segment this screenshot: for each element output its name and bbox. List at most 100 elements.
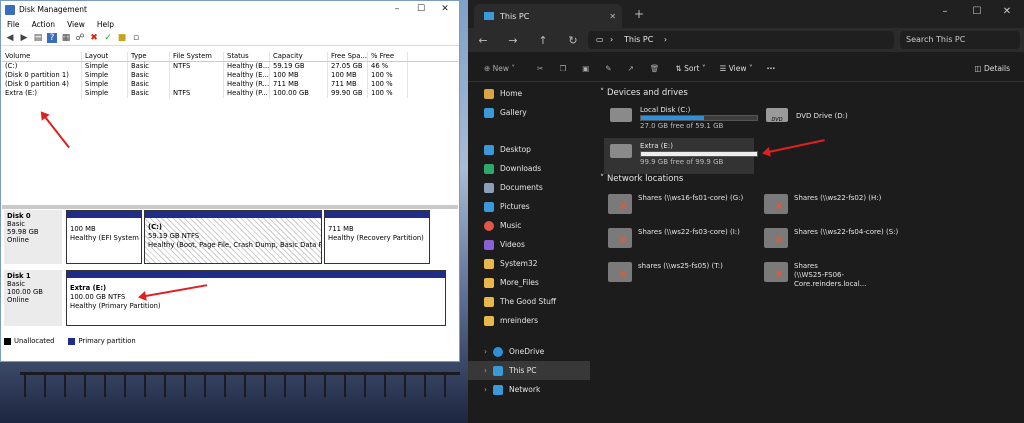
- menu-action[interactable]: Action: [32, 20, 56, 29]
- sidebar-item-system32[interactable]: System32: [468, 254, 590, 273]
- maximize-icon[interactable]: ☐: [962, 6, 992, 17]
- connect-icon[interactable]: ☍: [75, 33, 85, 43]
- col-free-space[interactable]: Free Spa...: [328, 52, 368, 61]
- drive-c[interactable]: Local Disk (C:) 27.0 GB free of 59.1 GB: [604, 102, 758, 138]
- sidebar-item-the-good-stuff[interactable]: The Good Stuff: [468, 292, 590, 311]
- details-button[interactable]: ◫ Details: [975, 64, 1011, 73]
- menu-view[interactable]: View: [67, 20, 85, 29]
- pane-splitter[interactable]: [2, 205, 458, 209]
- network-location[interactable]: ✕ Shares (\\ws22-fs04-core) (S:): [764, 228, 914, 258]
- menu-help[interactable]: Help: [97, 20, 114, 29]
- table-row[interactable]: Extra (E:) Simple Basic NTFS Healthy (P.…: [2, 89, 458, 98]
- back-icon[interactable]: ←: [468, 34, 498, 47]
- network-location[interactable]: ✕ Shares (\\ws22-fs02) (H:): [764, 194, 914, 224]
- devices-group-header[interactable]: ˅ Devices and drives: [600, 88, 688, 98]
- sidebar-item-network[interactable]: › Network: [468, 380, 590, 399]
- partition-c[interactable]: (C:) 59.19 GB NTFS Healthy (Boot, Page F…: [144, 210, 322, 264]
- delete-icon[interactable]: 🗑: [650, 64, 660, 73]
- disk0-label[interactable]: Disk 0 Basic 59.98 GB Online: [4, 210, 62, 264]
- command-bar: ⊕ New ˅ ✂ ❐ ▣ ✎ ↗ 🗑 ⇅ Sort ˅ ☰ View ˅ ··…: [468, 56, 1024, 82]
- menu-file[interactable]: File: [7, 20, 20, 29]
- sidebar-item-mreinders[interactable]: mreinders: [468, 311, 590, 330]
- drive-d[interactable]: DVD DVD Drive (D:): [760, 102, 910, 138]
- paste-icon[interactable]: ▣: [582, 64, 589, 73]
- network-location[interactable]: ✕ Shares (\\ws16-fs01-core) (G:): [608, 194, 758, 224]
- partition-extra[interactable]: Extra (E:) 100.00 GB NTFS Healthy (Prima…: [66, 270, 446, 326]
- chevron-right-icon[interactable]: ›: [664, 35, 667, 44]
- col-type[interactable]: Type: [128, 52, 170, 61]
- address-box[interactable]: ▭ › This PC ›: [588, 31, 894, 49]
- pier-post: [44, 375, 46, 397]
- col-percent-free[interactable]: % Free: [368, 52, 408, 61]
- chevron-right-icon[interactable]: ›: [484, 366, 487, 375]
- back-icon[interactable]: ◀: [5, 33, 15, 43]
- table-row[interactable]: (Disk 0 partition 1) Simple Basic Health…: [2, 71, 458, 80]
- disk-size: 100.00 GB: [7, 288, 43, 296]
- delete-icon[interactable]: ✖: [89, 33, 99, 43]
- search-input[interactable]: Search This PC: [900, 31, 1020, 49]
- rename-icon[interactable]: ✎: [605, 64, 611, 73]
- chevron-right-icon[interactable]: ›: [484, 347, 487, 356]
- share-icon[interactable]: ↗: [628, 64, 634, 73]
- maximize-icon[interactable]: ☐: [409, 1, 433, 18]
- forward-icon[interactable]: ▶: [19, 33, 29, 43]
- sidebar-item-downloads[interactable]: Downloads: [468, 159, 590, 178]
- sort-button[interactable]: ⇅ Sort ˅: [675, 64, 705, 73]
- col-status[interactable]: Status: [224, 52, 270, 61]
- minimize-icon[interactable]: –: [930, 6, 960, 17]
- properties-icon[interactable]: ▦: [61, 33, 71, 43]
- minimize-icon[interactable]: –: [385, 1, 409, 18]
- cut-icon[interactable]: ✂: [537, 64, 543, 73]
- network-group-header[interactable]: ˅ Network locations: [600, 174, 683, 184]
- col-capacity[interactable]: Capacity: [270, 52, 328, 61]
- view-button[interactable]: ☰ View ˅: [720, 64, 753, 73]
- close-icon[interactable]: ✕: [433, 1, 457, 18]
- sidebar-item-more-files[interactable]: More_Files: [468, 273, 590, 292]
- sidebar-item-onedrive[interactable]: › OneDrive: [468, 342, 590, 361]
- drive-e[interactable]: Extra (E:) 99.9 GB free of 99.9 GB: [604, 138, 758, 174]
- pier-post: [64, 375, 66, 397]
- close-icon[interactable]: ✕: [992, 6, 1022, 17]
- chevron-right-icon[interactable]: ›: [484, 385, 487, 394]
- pictures-icon: [484, 201, 494, 212]
- forward-icon[interactable]: →: [498, 34, 528, 47]
- sidebar-item-documents[interactable]: Documents: [468, 178, 590, 197]
- cell: (Disk 0 partition 4): [2, 80, 82, 89]
- sidebar-item-desktop[interactable]: Desktop: [468, 140, 590, 159]
- copy-icon[interactable]: ❐: [559, 64, 566, 73]
- col-layout[interactable]: Layout: [82, 52, 128, 61]
- network-location[interactable]: ✕ shares (\\ws25-fs05) (T:): [608, 262, 758, 292]
- col-filesystem[interactable]: File System: [170, 52, 224, 61]
- cell: Healthy (P...: [224, 89, 270, 98]
- table-row[interactable]: (Disk 0 partition 4) Simple Basic Health…: [2, 80, 458, 89]
- close-tab-icon[interactable]: ✕: [609, 12, 616, 21]
- settings-icon[interactable]: ▫: [131, 33, 141, 43]
- disk1-label[interactable]: Disk 1 Basic 100.00 GB Online: [4, 270, 62, 326]
- table-header: Volume Layout Type File System Status Ca…: [2, 52, 458, 62]
- new-tab-icon[interactable]: +: [634, 7, 644, 21]
- partition-recovery[interactable]: 711 MB Healthy (Recovery Partition): [324, 210, 430, 264]
- more-icon[interactable]: ···: [767, 64, 776, 73]
- sidebar-label: This PC: [509, 366, 537, 375]
- sidebar-item-music[interactable]: Music: [468, 216, 590, 235]
- sidebar-item-gallery[interactable]: Gallery: [468, 103, 590, 122]
- check-icon[interactable]: ✓: [103, 33, 113, 43]
- partition-efi[interactable]: 100 MB Healthy (EFI System: [66, 210, 142, 264]
- help-icon[interactable]: ?: [47, 32, 57, 43]
- network-label: (\\WS25-FS06-Core.reinders.local...: [794, 271, 867, 288]
- network-location[interactable]: ✕ Shares (\\WS25-FS06-Core.reinders.local.…: [764, 262, 914, 292]
- legend-primary: Primary partition: [68, 337, 136, 345]
- refresh-icon[interactable]: ↻: [558, 34, 588, 47]
- sidebar-item-home[interactable]: Home: [468, 84, 590, 103]
- folder-icon[interactable]: ■: [117, 33, 127, 43]
- new-button[interactable]: ⊕ New ˅: [484, 64, 515, 73]
- col-volume[interactable]: Volume: [2, 52, 82, 61]
- list-icon[interactable]: ▤: [33, 33, 43, 43]
- tab-this-pc[interactable]: This PC ✕: [474, 4, 622, 28]
- sidebar-item-this-pc[interactable]: › This PC: [468, 361, 590, 380]
- network-location[interactable]: ✕ Shares (\\ws22-fs03-core) (I:): [608, 228, 758, 258]
- table-row[interactable]: (C:) Simple Basic NTFS Healthy (B... 59.…: [2, 62, 458, 71]
- up-icon[interactable]: ↑: [528, 34, 558, 47]
- sidebar-item-pictures[interactable]: Pictures: [468, 197, 590, 216]
- sidebar-item-videos[interactable]: Videos: [468, 235, 590, 254]
